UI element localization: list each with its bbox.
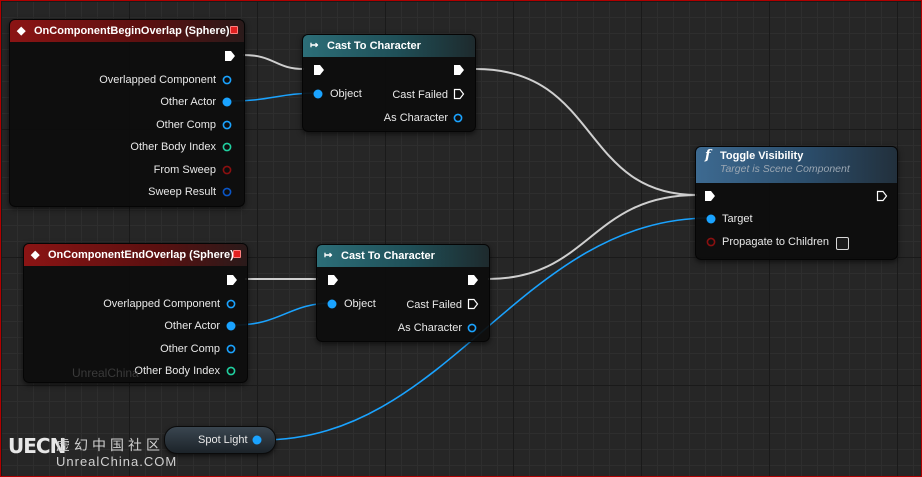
pin-label: Sweep Result	[148, 186, 216, 198]
exec-in-pin[interactable]	[327, 274, 339, 286]
object-pin-hollow[interactable]	[467, 323, 477, 333]
exec-out-pin[interactable]	[467, 274, 479, 286]
node-title: OnComponentBeginOverlap (Sphere)	[34, 25, 230, 37]
node-header: ◆ OnComponentBeginOverlap (Sphere)	[10, 20, 244, 42]
variable-label: Spot Light	[198, 434, 248, 446]
watermark-en-text: UnrealChina.COM	[56, 454, 178, 469]
object-pin-connected[interactable]	[313, 89, 323, 99]
event-diamond-icon: ◆	[17, 25, 26, 37]
node-header: ↦ Cast To Character	[303, 35, 475, 57]
object-pin-hollow[interactable]	[226, 299, 236, 309]
object-pin-hollow[interactable]	[222, 75, 232, 85]
pin-label: Cast Failed	[406, 299, 462, 311]
node-header: ◆ OnComponentEndOverlap (Sphere)	[24, 244, 247, 266]
object-pin-connected[interactable]	[222, 97, 232, 107]
pin-label: As Character	[383, 112, 448, 124]
node-title: Toggle Visibility	[720, 150, 804, 162]
event-diamond-icon: ◆	[31, 249, 40, 261]
object-pin-connected[interactable]	[327, 299, 337, 309]
pin-label: Other Body Index	[134, 365, 220, 377]
object-pin-connected[interactable]	[706, 214, 716, 224]
object-pin-hollow[interactable]	[453, 113, 463, 123]
red-marker-icon	[233, 250, 241, 258]
node-title: OnComponentEndOverlap (Sphere)	[48, 249, 234, 261]
cast-arrow-icon: ↦	[310, 40, 319, 51]
pin-label: As Character	[397, 322, 462, 334]
object-pin-connected[interactable]	[252, 435, 262, 445]
watermark-cn-text: 虚幻中国社区	[56, 438, 164, 454]
exec-in-pin[interactable]	[704, 190, 716, 202]
cast-arrow-icon: ↦	[324, 250, 333, 261]
pin-label: Cast Failed	[392, 89, 448, 101]
bool-pin-hollow[interactable]	[706, 237, 716, 247]
pin-label: From Sweep	[153, 164, 216, 176]
struct-pin-hollow[interactable]	[222, 187, 232, 197]
function-icon: f	[705, 148, 711, 163]
pin-label: Object	[330, 88, 362, 100]
exec-in-pin[interactable]	[313, 64, 325, 76]
propagate-checkbox[interactable]	[836, 237, 849, 250]
object-pin-connected[interactable]	[226, 321, 236, 331]
pin-label: Propagate to Children	[722, 236, 830, 248]
ghost-watermark-text: UnrealChina	[72, 366, 139, 380]
exec-out-pin[interactable]	[224, 50, 236, 62]
spot-light-variable-node[interactable]: Spot Light	[164, 426, 276, 454]
pin-label: Object	[344, 298, 376, 310]
node-header: ↦ Cast To Character	[317, 245, 489, 267]
pin-label: Other Comp	[156, 119, 216, 131]
toggle-visibility-node[interactable]: f Toggle Visibility Target is Scene Comp…	[695, 146, 898, 260]
int-pin-hollow[interactable]	[222, 142, 232, 152]
exec-out-pin-hollow[interactable]	[453, 88, 465, 100]
object-pin-hollow[interactable]	[222, 120, 232, 130]
pin-label: Other Actor	[164, 320, 220, 332]
begin-overlap-event-node[interactable]: ◆ OnComponentBeginOverlap (Sphere) Overl…	[9, 19, 245, 207]
cast-to-character-node-top[interactable]: ↦ Cast To Character Object Cast Failed A…	[302, 34, 476, 132]
red-marker-icon	[230, 26, 238, 34]
exec-out-pin[interactable]	[226, 274, 238, 286]
int-pin-hollow[interactable]	[226, 366, 236, 376]
exec-out-pin-hollow[interactable]	[467, 298, 479, 310]
pin-label: Target	[722, 213, 753, 225]
object-pin-hollow[interactable]	[226, 344, 236, 354]
exec-out-pin[interactable]	[453, 64, 465, 76]
end-overlap-event-node[interactable]: ◆ OnComponentEndOverlap (Sphere) Overlap…	[23, 243, 248, 383]
bool-pin-hollow[interactable]	[222, 165, 232, 175]
node-header: f Toggle Visibility Target is Scene Comp…	[696, 147, 897, 183]
pin-label: Overlapped Component	[99, 74, 216, 86]
node-title: Cast To Character	[327, 40, 421, 52]
cast-to-character-node-bottom[interactable]: ↦ Cast To Character Object Cast Failed A…	[316, 244, 490, 342]
exec-out-pin-hollow[interactable]	[876, 190, 888, 202]
pin-label: Other Body Index	[130, 141, 216, 153]
pin-label: Other Comp	[160, 343, 220, 355]
pin-label: Other Actor	[160, 96, 216, 108]
node-subtitle: Target is Scene Component	[720, 163, 850, 175]
node-title: Cast To Character	[341, 250, 435, 262]
pin-label: Overlapped Component	[103, 298, 220, 310]
